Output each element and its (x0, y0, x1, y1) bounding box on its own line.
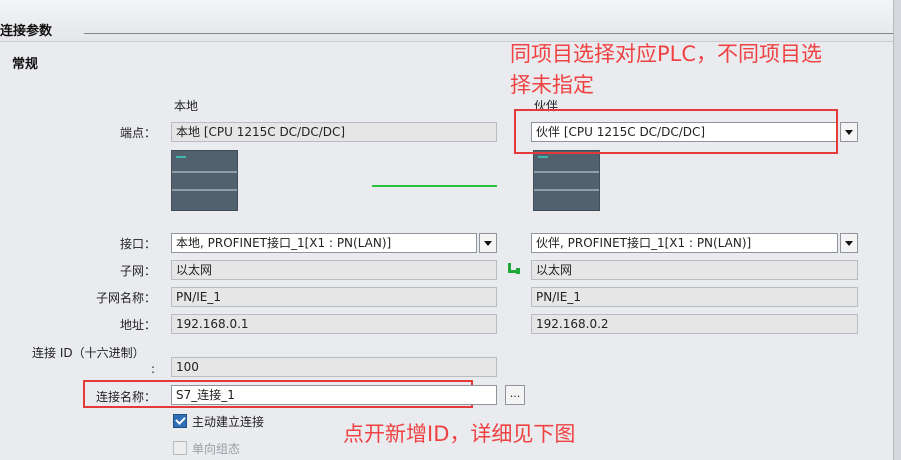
partner-cpu-strip-2 (534, 189, 599, 191)
local-address-field: 192.168.0.1 (171, 314, 497, 334)
local-cpu-image (171, 150, 238, 211)
active-connect-label: 主动建立连接 (192, 415, 265, 429)
partner-cpu-led (538, 156, 548, 158)
panel-right-edge (893, 0, 901, 460)
partner-endpoint-highlight-box (514, 109, 838, 154)
subnet-name-label: 子网名称： (95, 291, 156, 305)
annotation-top-line1: 同项目选择对应PLC，不同项目选 (510, 42, 823, 66)
connection-id-label: 连接 ID（十六进制） (32, 346, 145, 360)
partner-cpu-strip-1 (534, 171, 599, 173)
partner-subnet-name-field: PN/IE_1 (531, 287, 858, 307)
local-interface-select[interactable]: 本地, PROFINET接口_1[X1 : PN(LAN)] (171, 233, 477, 253)
column-header-local: 本地 (174, 99, 199, 113)
active-connect-checkbox[interactable] (173, 414, 187, 428)
local-subnet-name-field: PN/IE_1 (171, 287, 497, 307)
connection-id-browse-button[interactable]: ... (505, 385, 525, 405)
endpoint-label: 端点： (119, 126, 156, 140)
partner-subnet-field: 以太网 (531, 260, 858, 280)
one-way-checkbox[interactable] (173, 441, 187, 455)
connection-name-label: 连接名称： (95, 390, 156, 404)
partner-address-field: 192.168.0.2 (531, 314, 858, 334)
one-way-label: 单向组态 (192, 442, 241, 456)
section-title: 连接参数 (0, 24, 53, 39)
partner-cpu-image (533, 150, 600, 211)
partner-interface-select[interactable]: 伙伴, PROFINET接口_1[X1 : PN(LAN)] (531, 233, 838, 253)
connection-link-line (372, 185, 497, 187)
local-cpu-led (176, 156, 186, 158)
subnet-label: 子网： (119, 264, 156, 278)
local-cpu-strip-1 (172, 171, 237, 173)
annotation-bottom: 点开新增ID，详细见下图 (343, 422, 576, 446)
group-title-general: 常规 (12, 57, 39, 72)
section-divider (84, 33, 896, 34)
section-header (0, 0, 901, 42)
connection-id-label-colon: : (151, 362, 156, 376)
annotation-top-line2: 择未指定 (510, 73, 594, 97)
local-endpoint-field: 本地 [CPU 1215C DC/DC/DC] (171, 122, 497, 142)
partner-endpoint-dropdown-icon[interactable] (840, 122, 858, 142)
connection-name-input[interactable]: S7_连接_1 (171, 385, 497, 405)
address-label: 地址： (119, 318, 156, 332)
connection-id-field: 100 (171, 357, 497, 377)
local-subnet-field: 以太网 (171, 260, 497, 280)
partner-interface-dropdown-icon[interactable] (840, 233, 858, 253)
subnet-connected-icon (508, 263, 520, 274)
local-interface-dropdown-icon[interactable] (479, 233, 497, 253)
interface-label: 接口： (119, 237, 156, 251)
local-cpu-strip-2 (172, 189, 237, 191)
